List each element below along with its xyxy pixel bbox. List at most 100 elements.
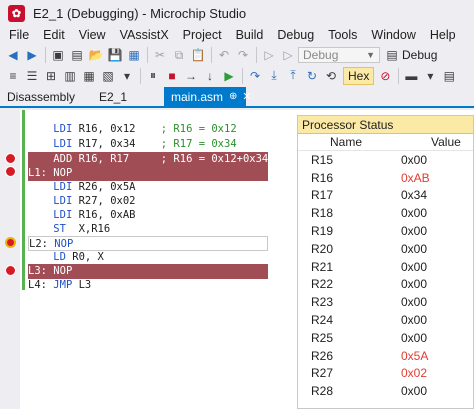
- forward-icon[interactable]: ▶: [23, 46, 41, 64]
- code-line[interactable]: LDI R17, 0x34 ; R17 = 0x34: [28, 137, 268, 152]
- io-view-icon[interactable]: ▦: [80, 67, 98, 85]
- redo-icon[interactable]: ↷: [234, 46, 252, 64]
- register-value[interactable]: 0x00: [401, 153, 427, 167]
- menu-build[interactable]: Build: [229, 28, 271, 42]
- registers-icon[interactable]: ▧: [99, 67, 117, 85]
- align-icon[interactable]: ≡: [4, 67, 22, 85]
- register-value[interactable]: 0x00: [401, 295, 427, 309]
- register-value[interactable]: 0x02: [401, 366, 427, 380]
- copy-icon[interactable]: ⧉: [170, 46, 188, 64]
- register-row[interactable]: R15 0x00: [298, 151, 473, 169]
- add-item-icon[interactable]: ▤: [68, 46, 86, 64]
- show-next-statement-icon[interactable]: →: [182, 67, 200, 85]
- save-icon[interactable]: 💾: [106, 46, 124, 64]
- current-statement-breakpoint-icon[interactable]: [5, 237, 16, 248]
- pause-icon[interactable]: ⏸: [144, 67, 162, 85]
- register-value[interactable]: 0x00: [401, 331, 427, 345]
- menu-view[interactable]: View: [72, 28, 113, 42]
- reset-icon[interactable]: ⟲: [322, 67, 340, 85]
- code-line[interactable]: LDI R16, 0xAB: [28, 208, 268, 223]
- memory-icon[interactable]: ⊞: [42, 67, 60, 85]
- close-icon[interactable]: ✕: [242, 90, 251, 103]
- menu-file[interactable]: File: [0, 28, 36, 42]
- register-row[interactable]: R19 0x00: [298, 222, 473, 240]
- register-row[interactable]: R20 0x00: [298, 240, 473, 258]
- tab-main-asm[interactable]: main.asm ⊕ ✕: [164, 87, 252, 106]
- more-icon[interactable]: ▤: [440, 67, 458, 85]
- continue-icon[interactable]: ▶: [220, 67, 238, 85]
- tab-e2-1[interactable]: E2_1: [92, 87, 164, 106]
- start-without-debugging-icon[interactable]: ▷: [279, 46, 297, 64]
- register-row[interactable]: R28 0x00: [298, 382, 473, 400]
- step-over-icon[interactable]: ↷: [246, 67, 264, 85]
- run-to-cursor-icon[interactable]: ↻: [303, 67, 321, 85]
- register-value[interactable]: 0xAB: [401, 171, 430, 185]
- windows-menu-icon[interactable]: ▬: [402, 67, 420, 85]
- chevron-down-icon[interactable]: ▾: [421, 67, 439, 85]
- menu-edit[interactable]: Edit: [36, 28, 72, 42]
- register-value[interactable]: 0x00: [401, 206, 427, 220]
- code-line[interactable]: L4: JMP L3: [28, 278, 268, 293]
- register-value[interactable]: 0x34: [401, 188, 427, 202]
- step-into-icon[interactable]: ↓: [201, 67, 219, 85]
- breakpoint-icon[interactable]: [5, 153, 16, 164]
- column-header-name[interactable]: Name: [298, 135, 401, 149]
- register-value[interactable]: 0x00: [401, 277, 427, 291]
- register-row[interactable]: R27 0x02: [298, 365, 473, 383]
- register-value[interactable]: 0x00: [401, 242, 427, 256]
- code-line[interactable]: LDI R27, 0x02: [28, 194, 268, 209]
- panel-title[interactable]: Processor Status: [298, 116, 473, 134]
- register-value[interactable]: 0x00: [401, 384, 427, 398]
- code-line[interactable]: LDI R26, 0x5A: [28, 180, 268, 195]
- menu-debug[interactable]: Debug: [270, 28, 321, 42]
- register-value[interactable]: 0x00: [401, 313, 427, 327]
- back-icon[interactable]: ◀: [4, 46, 22, 64]
- cut-icon[interactable]: ✂: [151, 46, 169, 64]
- code-line-breakpoint[interactable]: L1: NOP: [28, 166, 268, 181]
- register-row[interactable]: R21 0x00: [298, 258, 473, 276]
- register-row[interactable]: R16 0xAB: [298, 169, 473, 187]
- register-value[interactable]: 0x00: [401, 260, 427, 274]
- code-line[interactable]: LDI R16, 0x12 ; R16 = 0x12: [28, 122, 268, 137]
- register-value[interactable]: 0x5A: [401, 349, 428, 363]
- menu-tools[interactable]: Tools: [321, 28, 364, 42]
- register-row[interactable]: R26 0x5A: [298, 347, 473, 365]
- register-row[interactable]: R18 0x00: [298, 204, 473, 222]
- pin-icon[interactable]: ⊕: [229, 91, 237, 102]
- menu-window[interactable]: Window: [364, 28, 422, 42]
- device-programming-icon[interactable]: ▥: [61, 67, 79, 85]
- code-line-breakpoint[interactable]: L3: NOP: [28, 264, 268, 279]
- register-value[interactable]: 0x00: [401, 224, 427, 238]
- code-line[interactable]: ST X,R16: [28, 222, 268, 237]
- save-all-icon[interactable]: ▦: [125, 46, 143, 64]
- code-line-current[interactable]: L2: NOP: [28, 236, 268, 251]
- menu-project[interactable]: Project: [176, 28, 229, 42]
- hex-toggle-button[interactable]: Hex: [343, 66, 375, 85]
- breakpoint-icon[interactable]: [5, 265, 16, 276]
- undo-icon[interactable]: ↶: [215, 46, 233, 64]
- start-debugging-icon[interactable]: ▷: [260, 46, 278, 64]
- menu-help[interactable]: Help: [423, 28, 463, 42]
- toolbar-options-icon[interactable]: ▾: [118, 67, 136, 85]
- step-out-icon[interactable]: ⤒: [284, 67, 302, 85]
- code-line-breakpoint[interactable]: ADD R16, R17 ; R16 = 0x12+0x34: [28, 152, 268, 167]
- menu-vassistx[interactable]: VAssistX: [113, 28, 176, 42]
- breakpoint-icon[interactable]: [5, 166, 16, 177]
- breakpoints-disable-icon[interactable]: ⊘: [376, 67, 394, 85]
- register-row[interactable]: R22 0x00: [298, 276, 473, 294]
- stop-icon[interactable]: ■: [163, 67, 181, 85]
- register-row[interactable]: R24 0x00: [298, 311, 473, 329]
- column-header-value[interactable]: Value: [401, 135, 461, 149]
- register-row[interactable]: R17 0x34: [298, 187, 473, 205]
- code-line[interactable]: LD R0, X: [28, 250, 268, 265]
- tab-disassembly[interactable]: Disassembly: [0, 87, 92, 106]
- register-row[interactable]: R25 0x00: [298, 329, 473, 347]
- paste-icon[interactable]: 📋: [189, 46, 207, 64]
- configuration-dropdown[interactable]: Debug ▼: [298, 47, 380, 63]
- step-in-icon[interactable]: ⤓: [265, 67, 283, 85]
- open-file-icon[interactable]: 📂: [87, 46, 105, 64]
- solution-platform-icon[interactable]: ▤: [383, 46, 401, 64]
- register-row[interactable]: R23 0x00: [298, 293, 473, 311]
- new-project-icon[interactable]: ▣: [49, 46, 67, 64]
- comment-icon[interactable]: ☰: [23, 67, 41, 85]
